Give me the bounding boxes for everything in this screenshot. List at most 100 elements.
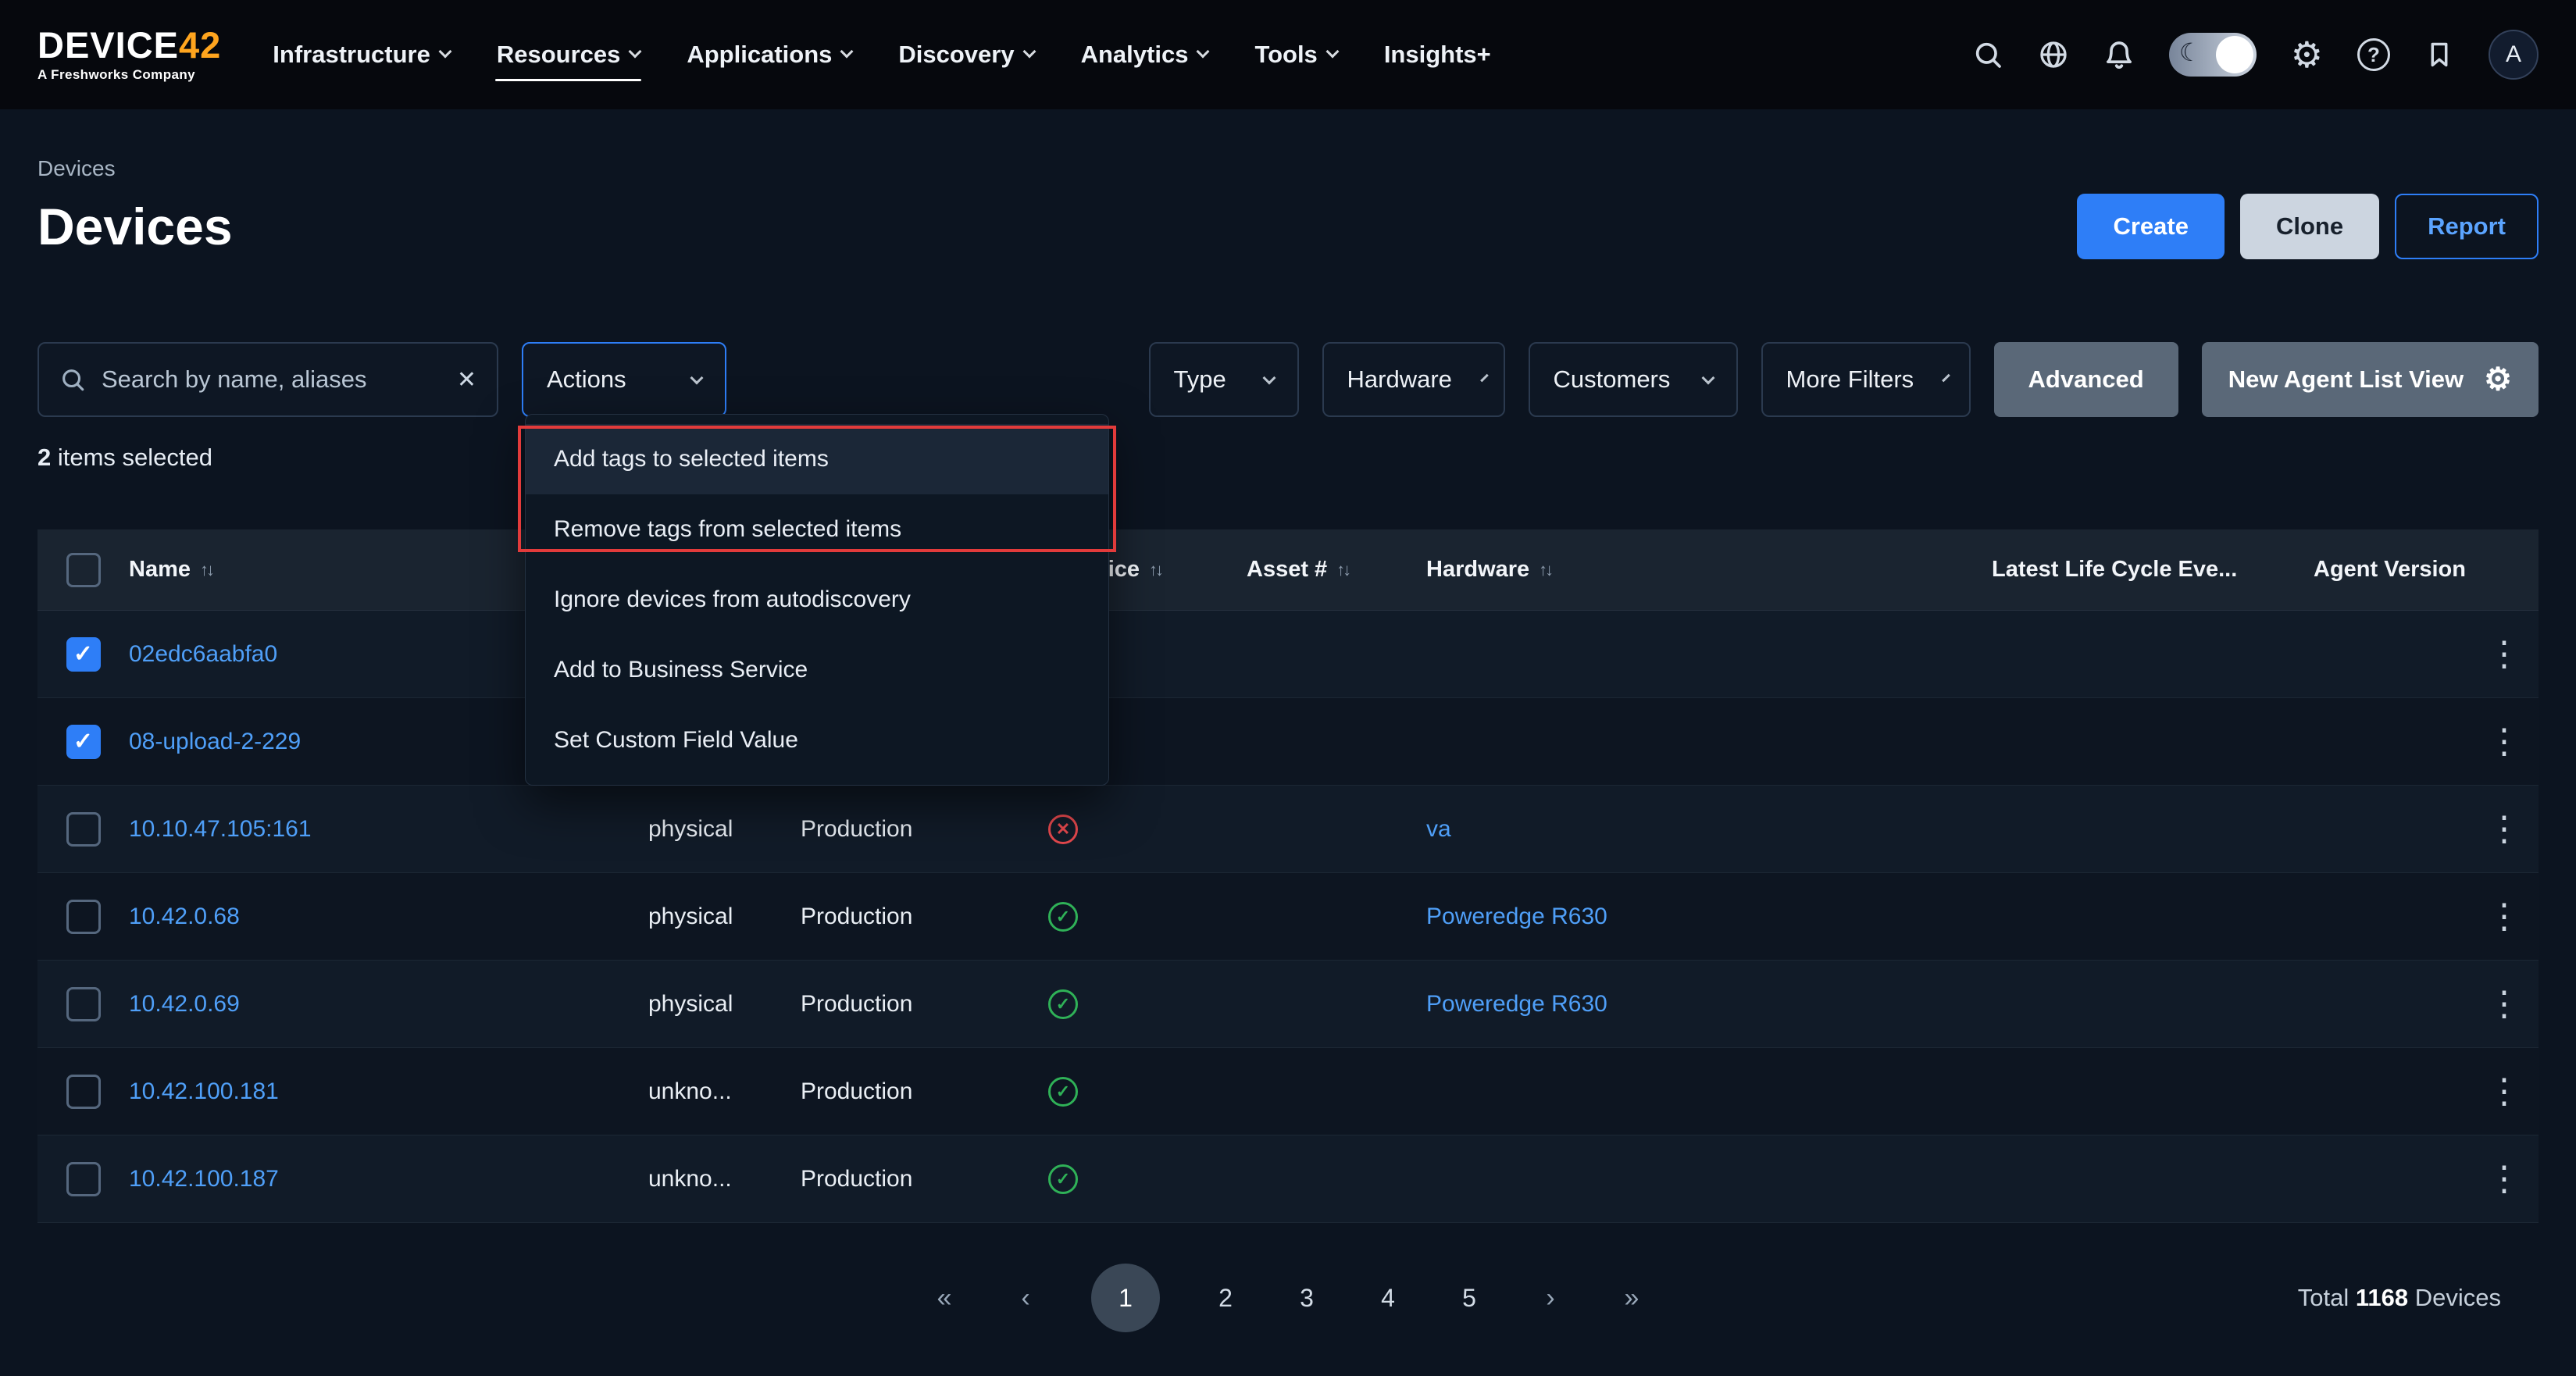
- right-filters: Type Hardware Customers More Filters Adv…: [1149, 342, 2539, 417]
- hardware-link[interactable]: va: [1426, 816, 1451, 842]
- bell-icon[interactable]: [2103, 39, 2135, 70]
- row-checkbox[interactable]: [66, 1075, 101, 1109]
- new-agent-list-view-button[interactable]: New Agent List View: [2202, 342, 2539, 417]
- row-checkbox[interactable]: [66, 725, 101, 759]
- nav-tools[interactable]: Tools: [1253, 31, 1338, 78]
- customers-filter-label: Customers: [1554, 365, 1671, 394]
- user-avatar[interactable]: A: [2489, 30, 2539, 80]
- row-menu-kebab-icon[interactable]: [2470, 1075, 2539, 1109]
- customers-filter-dropdown[interactable]: Customers: [1529, 342, 1738, 417]
- menu-item-remove-tags[interactable]: Remove tags from selected items: [526, 494, 1108, 565]
- hardware-link[interactable]: Poweredge R630: [1426, 991, 1607, 1017]
- hardware-filter-dropdown[interactable]: Hardware: [1322, 342, 1505, 417]
- page-button-3[interactable]: 3: [1291, 1284, 1322, 1313]
- menu-item-set-custom-field[interactable]: Set Custom Field Value: [526, 705, 1108, 775]
- new-agent-label: New Agent List View: [2228, 365, 2464, 394]
- search-box[interactable]: [37, 342, 498, 417]
- type-filter-dropdown[interactable]: Type: [1149, 342, 1299, 417]
- more-filters-dropdown[interactable]: More Filters: [1761, 342, 1971, 417]
- device-name-link[interactable]: 08-upload-2-229: [129, 729, 301, 754]
- nav-infrastructure[interactable]: Infrastructure: [271, 31, 451, 78]
- column-header-lifecycle[interactable]: Latest Life Cycle Eve...: [1992, 557, 2314, 583]
- page-button-4[interactable]: 4: [1372, 1284, 1404, 1313]
- column-header-agent-version[interactable]: Agent Version: [2314, 557, 2470, 583]
- row-checkbox[interactable]: [66, 900, 101, 934]
- header-label: Asset #: [1247, 557, 1327, 583]
- search-input[interactable]: [100, 365, 443, 394]
- more-filters-label: More Filters: [1786, 365, 1914, 394]
- page-button-1[interactable]: 1: [1091, 1264, 1160, 1332]
- row-menu-kebab-icon[interactable]: [2470, 1162, 2539, 1196]
- moon-icon: [2179, 37, 2202, 67]
- clear-search-icon[interactable]: [457, 366, 476, 394]
- title-actions: Create Clone Report: [2077, 194, 2539, 259]
- row-menu-kebab-icon[interactable]: [2470, 812, 2539, 847]
- globe-icon[interactable]: [2038, 39, 2069, 70]
- report-button[interactable]: Report: [2395, 194, 2539, 259]
- logo-device: DEVICE: [37, 24, 179, 66]
- bookmark-icon[interactable]: [2424, 40, 2454, 70]
- row-menu-kebab-icon[interactable]: [2470, 987, 2539, 1021]
- menu-item-add-business-service[interactable]: Add to Business Service: [526, 635, 1108, 705]
- service-level-cell: Production: [801, 816, 1033, 843]
- prev-page-button[interactable]: ‹: [1010, 1283, 1041, 1314]
- service-level-cell: Production: [801, 904, 1033, 930]
- in-service-yes-icon: [1048, 989, 1078, 1019]
- row-checkbox[interactable]: [66, 987, 101, 1021]
- row-menu-kebab-icon[interactable]: [2470, 637, 2539, 672]
- next-page-button[interactable]: ›: [1535, 1283, 1566, 1314]
- chevron-down-icon: [1262, 372, 1276, 385]
- chevron-down-icon: [1942, 374, 1950, 383]
- row-menu-kebab-icon[interactable]: [2470, 725, 2539, 759]
- hardware-link[interactable]: Poweredge R630: [1426, 904, 1607, 929]
- device-name-link[interactable]: 10.10.47.105:161: [129, 816, 312, 842]
- nav-analytics[interactable]: Analytics: [1079, 31, 1210, 78]
- last-page-button[interactable]: »: [1616, 1283, 1647, 1314]
- header-label: Hardware: [1426, 557, 1529, 583]
- dark-mode-toggle[interactable]: [2169, 33, 2257, 77]
- device-name-link[interactable]: 10.42.100.187: [129, 1166, 279, 1192]
- column-header-asset[interactable]: Asset #: [1247, 557, 1426, 583]
- nav-applications[interactable]: Applications: [685, 31, 853, 78]
- in-service-no-icon: [1048, 815, 1078, 844]
- table-row: 10.10.47.105:161 physical Production va: [37, 786, 2539, 873]
- nav-discovery[interactable]: Discovery: [897, 31, 1035, 78]
- device-name-link[interactable]: 10.42.100.181: [129, 1078, 279, 1104]
- breadcrumb[interactable]: Devices: [37, 156, 2539, 181]
- menu-item-ignore-devices[interactable]: Ignore devices from autodiscovery: [526, 565, 1108, 635]
- chevron-down-icon: [1480, 374, 1489, 383]
- page-button-5[interactable]: 5: [1454, 1284, 1485, 1313]
- page-content: Devices Devices Create Clone Report Acti…: [0, 156, 2576, 1335]
- nav-resources[interactable]: Resources: [495, 31, 642, 78]
- chevron-down-icon: [1701, 372, 1714, 385]
- type-cell: physical: [648, 991, 801, 1018]
- selection-label: items selected: [51, 444, 212, 471]
- row-checkbox[interactable]: [66, 1162, 101, 1196]
- row-checkbox[interactable]: [66, 637, 101, 672]
- header-label: Agent Version: [2314, 557, 2466, 583]
- clone-button[interactable]: Clone: [2240, 194, 2379, 259]
- device42-logo[interactable]: DEVICE42 A Freshworks Company: [37, 27, 221, 83]
- row-checkbox[interactable]: [66, 812, 101, 847]
- column-header-hardware[interactable]: Hardware: [1426, 557, 1992, 583]
- service-level-cell: Production: [801, 1166, 1033, 1192]
- select-all-checkbox[interactable]: [66, 553, 101, 587]
- device-name-link[interactable]: 10.42.0.68: [129, 904, 240, 929]
- page-button-2[interactable]: 2: [1210, 1284, 1241, 1313]
- device-name-link[interactable]: 10.42.0.69: [129, 991, 240, 1017]
- row-menu-kebab-icon[interactable]: [2470, 900, 2539, 934]
- advanced-button[interactable]: Advanced: [1994, 342, 2178, 417]
- total-count: 1168: [2356, 1284, 2408, 1311]
- settings-gear-icon[interactable]: [2291, 37, 2323, 73]
- nav-insights-plus[interactable]: Insights+: [1383, 31, 1493, 78]
- title-row: Devices Create Clone Report: [37, 194, 2539, 259]
- first-page-button[interactable]: «: [929, 1283, 960, 1314]
- chevron-down-icon: [1022, 45, 1036, 59]
- search-icon[interactable]: [1972, 39, 2003, 70]
- menu-item-add-tags[interactable]: Add tags to selected items: [526, 424, 1108, 494]
- create-button[interactable]: Create: [2077, 194, 2225, 259]
- device-name-link[interactable]: 02edc6aabfa0: [129, 641, 277, 667]
- actions-dropdown[interactable]: Actions: [522, 342, 726, 417]
- help-icon[interactable]: [2357, 38, 2390, 71]
- type-cell: unkno...: [648, 1166, 801, 1192]
